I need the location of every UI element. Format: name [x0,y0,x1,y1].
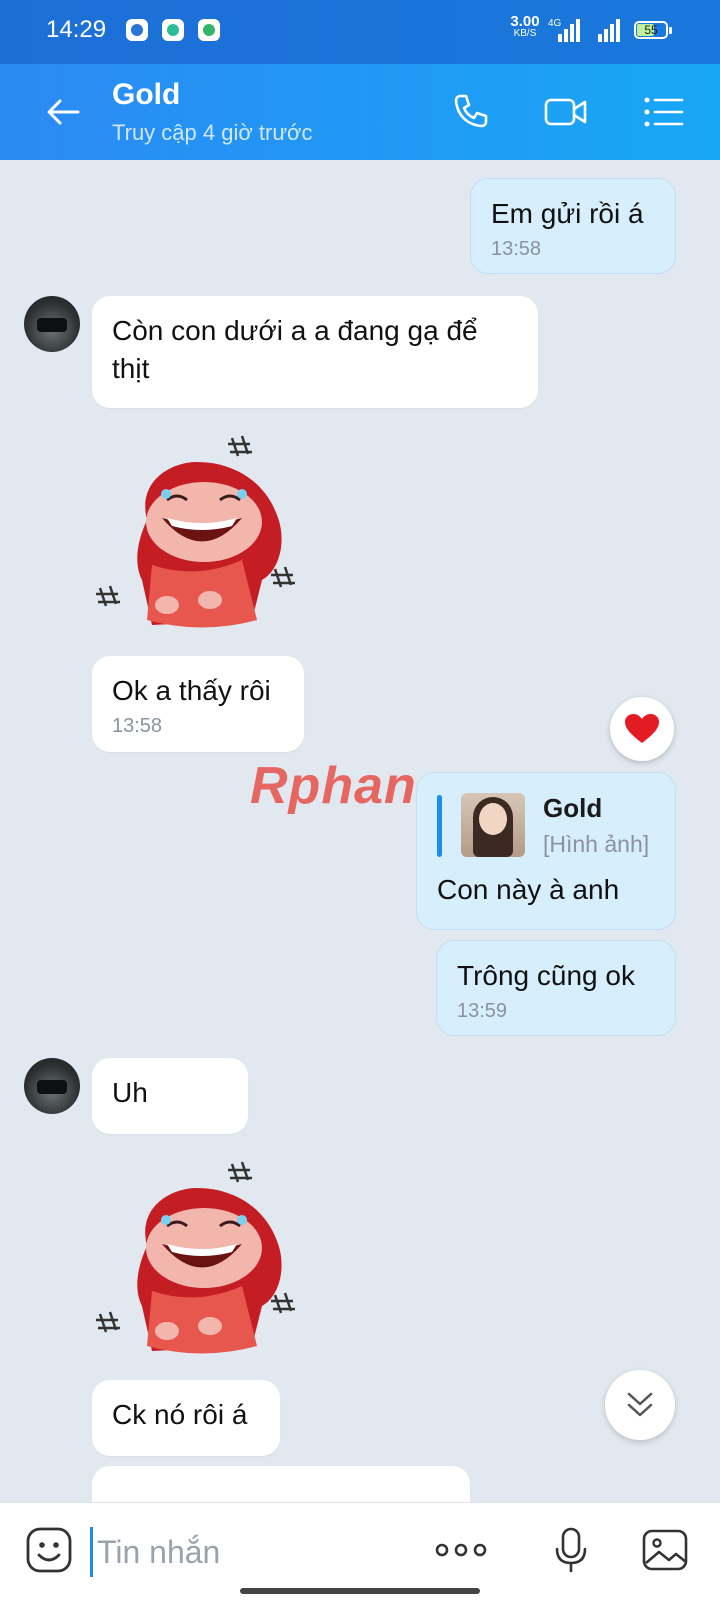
notification-chat-icon [162,19,184,41]
scroll-to-bottom-button[interactable] [605,1370,675,1440]
message-list[interactable]: Em gửi rồi á 13:58 Còn con dưới a a đang… [0,160,720,1502]
message-text: Con này à anh [437,874,620,905]
message-composer [0,1502,720,1601]
message-outgoing[interactable]: Em gửi rồi á 13:58 [470,178,676,274]
message-text: Trông cũng ok [457,960,635,991]
home-indicator[interactable] [240,1588,480,1594]
sticker-emoji-icon[interactable] [24,1525,74,1575]
laughing-red-hood-sticker[interactable] [92,430,302,640]
message-text: Ck nó rôi á [112,1399,248,1430]
reply-indicator [437,795,442,857]
video-camera-icon[interactable] [542,88,590,136]
message-text: Em gửi rồi á [491,198,644,229]
message-incoming[interactable]: Ok a thấy rôi 13:58 [92,656,304,752]
signal-icon [598,18,626,42]
message-incoming[interactable]: Ck nó rôi á [92,1380,280,1456]
laughing-red-hood-sticker[interactable] [92,1156,302,1366]
avatar[interactable] [24,296,80,352]
reply-image-thumbnail[interactable] [461,793,525,857]
notification-battery-saver-icon [198,19,220,41]
microphone-icon[interactable] [546,1525,596,1575]
phone-icon[interactable] [446,88,494,136]
image-gallery-icon[interactable] [640,1525,690,1575]
status-bar: 14:29 3.00 KB/S 4G 55 [0,0,720,64]
network-speed: 3.00 KB/S [505,13,545,40]
message-text: Uh [112,1077,148,1108]
message-input[interactable] [90,1527,419,1577]
list-menu-icon[interactable] [640,88,688,136]
message-text: Ok a thấy rôi [112,675,271,706]
contact-name[interactable]: Gold [112,78,180,112]
reply-content-type: [Hình ảnh] [543,831,650,857]
message-time: 13:58 [112,715,163,737]
status-time: 14:29 [46,16,107,43]
heart-reaction-icon[interactable] [610,697,674,761]
more-options-icon[interactable] [432,1525,490,1575]
back-arrow-icon[interactable] [40,88,88,136]
message-outgoing-reply[interactable]: Gold [Hình ảnh] Con này à anh [416,772,676,930]
notification-app-icon [126,19,148,41]
avatar[interactable] [24,1058,80,1114]
battery-level: 55 [644,23,658,37]
message-incoming-partial[interactable] [92,1466,470,1502]
double-chevron-down-icon [627,1392,653,1417]
last-seen-status: Truy cập 4 giờ trước [112,120,313,145]
message-time: 13:58 [491,238,542,260]
battery-icon: 55 [634,21,672,39]
reply-sender-name: Gold [543,793,603,823]
message-text: Còn con dưới a a đang gạ để thịt [112,315,478,384]
network-speed-value: 3.00 [510,13,540,30]
signal-icon [558,18,586,42]
message-outgoing[interactable]: Trông cũng ok 13:59 [436,940,676,1036]
message-time: 13:59 [457,1000,508,1022]
message-incoming[interactable]: Uh [92,1058,248,1134]
message-incoming[interactable]: Còn con dưới a a đang gạ để thịt [92,296,538,408]
chat-header: Gold Truy cập 4 giờ trước [0,64,720,160]
